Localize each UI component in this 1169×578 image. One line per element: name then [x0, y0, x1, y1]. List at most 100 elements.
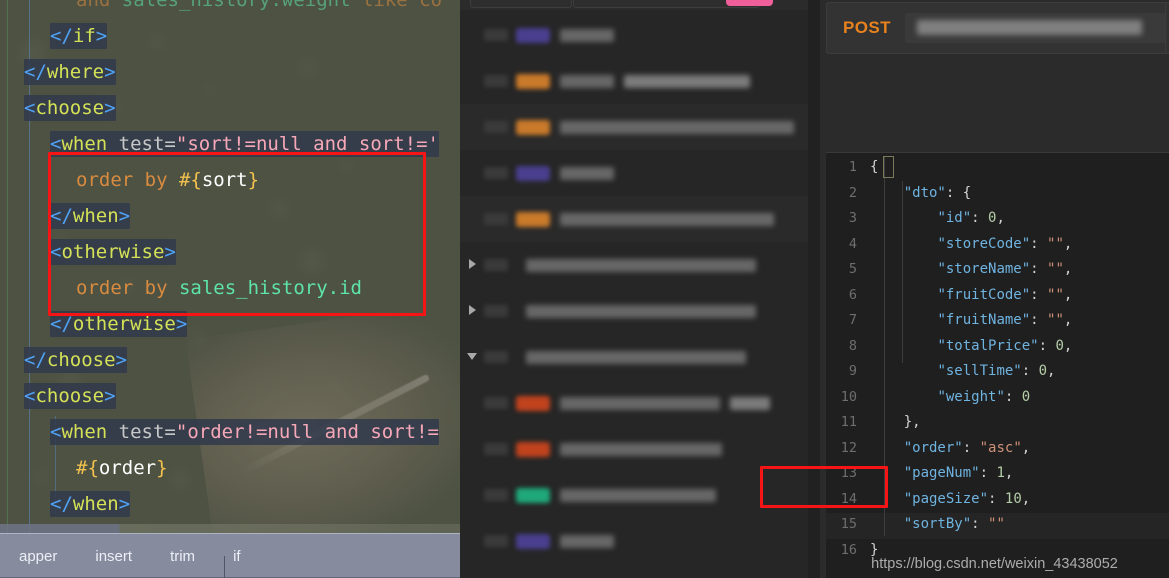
json-code: "fruitName": "", [937, 312, 1073, 328]
line-number: 5 [848, 261, 857, 277]
code-line: </when> [50, 491, 131, 517]
line-number: 10 [840, 388, 857, 405]
row-message [560, 120, 794, 134]
chevron-right-icon [468, 258, 476, 269]
code-line: <when test="order!=null and sort!= [50, 419, 439, 445]
code-line: <otherwise> [50, 239, 176, 265]
json-code: "sellTime": 0, [937, 363, 1056, 379]
row-timestamp [484, 167, 508, 179]
json-line: 3 "id": 0, [826, 206, 1169, 232]
log-row[interactable] [460, 58, 808, 104]
expand-toggle[interactable] [460, 351, 484, 363]
json-line: 4 "storeCode": "", [826, 232, 1169, 258]
line-number: 4 [848, 235, 857, 252]
panel-edge [808, 0, 820, 578]
brace-match-start [883, 156, 894, 178]
editor-tab-insert[interactable]: insert [76, 548, 151, 565]
json-line: 8 "totalPrice": 0, [826, 334, 1169, 360]
row-message [560, 396, 720, 410]
row-timestamp [484, 213, 508, 225]
json-line: 5 "storeName": "", [826, 257, 1169, 283]
search-input[interactable] [470, 0, 572, 8]
line-number: 8 [848, 337, 857, 354]
row-message [526, 350, 746, 364]
json-code: "dto": { [903, 184, 972, 201]
api-request-panel[interactable]: POST 1{2 "dto": {3 "id": 0, 4 "storeCode"… [820, 0, 1169, 578]
log-row[interactable] [460, 426, 808, 472]
json-line: 6 "fruitCode": "", [826, 283, 1169, 309]
line-number: 13 [840, 465, 857, 481]
row-message [560, 166, 614, 180]
log-row[interactable] [460, 196, 808, 242]
watermark-url: https://blog.csdn.net/weixin_43438052 [871, 556, 1118, 572]
send-button-edge[interactable] [1165, 2, 1169, 54]
editor-tab-apper[interactable]: apper [0, 548, 76, 565]
row-timestamp [484, 535, 508, 547]
row-timestamp [484, 259, 508, 271]
log-row[interactable] [460, 334, 808, 380]
expand-toggle[interactable] [460, 258, 484, 272]
log-row[interactable] [460, 104, 808, 150]
editor-bottom-tabs[interactable]: apper insert trim if [0, 533, 460, 578]
app-root: and sales_history.weight like co </if> </w… [0, 0, 1169, 578]
request-url-input[interactable] [904, 13, 1166, 43]
json-line: 1{ [826, 155, 1169, 181]
json-line: 15 "sortBy": "" [826, 512, 1169, 538]
expand-toggle[interactable] [460, 304, 484, 318]
row-timestamp [484, 29, 508, 41]
editor-tab-if[interactable]: if [214, 548, 260, 565]
level-badge [516, 165, 550, 181]
code-line: </when> [50, 203, 131, 229]
row-message [560, 488, 716, 502]
level-badge [516, 119, 550, 135]
log-console-panel[interactable] [460, 0, 820, 578]
row-timestamp [484, 351, 508, 363]
http-method-label: POST [843, 18, 891, 37]
row-detail [730, 396, 770, 410]
code-line: order by #{sort} [76, 169, 260, 191]
code-line: </otherwise> [50, 311, 188, 337]
json-code: "sortBy": "" [903, 516, 1005, 532]
log-row[interactable] [460, 12, 808, 58]
json-code: "pageSize": 10, [903, 490, 1031, 507]
json-code: }, [903, 414, 921, 430]
json-line: 14 "pageSize": 10, [826, 487, 1169, 513]
row-message [560, 534, 614, 548]
row-detail [624, 74, 750, 88]
log-row[interactable] [460, 518, 808, 564]
log-row[interactable] [460, 380, 808, 426]
line-number: 15 [840, 516, 857, 532]
row-message [526, 258, 756, 272]
json-line: 10 "weight": 0 [826, 385, 1169, 411]
row-timestamp [484, 397, 508, 409]
json-line: 7 "fruitName": "", [826, 308, 1169, 334]
row-timestamp [484, 489, 508, 501]
row-timestamp [484, 305, 508, 317]
chevron-down-icon [467, 353, 477, 360]
json-line: 9 "sellTime": 0, [826, 359, 1169, 385]
level-badge [516, 533, 550, 549]
log-row[interactable] [460, 288, 808, 334]
editor-tab-trim[interactable]: trim [151, 548, 214, 565]
line-number: 7 [848, 312, 857, 328]
code-line: </where> [24, 59, 116, 85]
json-code: "id": 0, [937, 210, 1005, 226]
code-line: </if> [50, 23, 108, 49]
request-url-bar[interactable]: POST [826, 2, 1169, 54]
primary-action-button[interactable] [726, 0, 773, 6]
json-line: 12 "order": "asc", [826, 436, 1169, 462]
line-number: 6 [848, 286, 857, 303]
json-code: "fruitCode": "", [937, 286, 1073, 303]
xml-code-editor[interactable]: and sales_history.weight like co </if> </w… [0, 0, 460, 578]
level-badge [516, 211, 550, 227]
editor-text-area[interactable]: and sales_history.weight like co </if> </w… [0, 0, 460, 578]
json-code: "order": "asc", [903, 439, 1031, 456]
request-body-editor[interactable]: 1{2 "dto": {3 "id": 0, 4 "storeCode": "",… [826, 152, 1169, 578]
log-row[interactable] [460, 242, 808, 288]
level-badge [516, 487, 550, 503]
log-row[interactable] [460, 150, 808, 196]
line-number: 11 [840, 414, 857, 430]
line-number: 9 [848, 363, 857, 379]
log-row[interactable] [460, 472, 808, 518]
level-badge [516, 27, 550, 43]
